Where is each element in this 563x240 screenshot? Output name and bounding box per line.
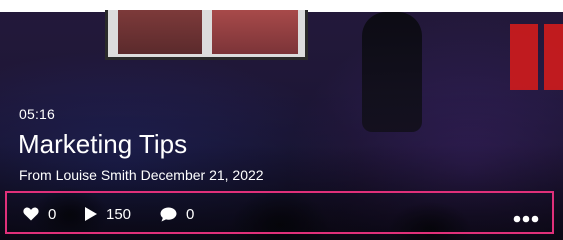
plays-count: 150 [106,205,132,223]
video-duration: 05:16 [19,106,56,122]
stats-bar: 0 150 0 [5,191,554,234]
more-options-icon [513,215,539,223]
likes-count: 0 [48,205,57,223]
heart-icon [23,207,39,221]
more-options-button[interactable] [513,210,539,223]
video-meta: From Louise Smith December 21, 2022 [19,167,268,183]
likes-stat[interactable]: 0 [23,204,56,224]
video-card[interactable]: 05:16 Marketing Tips From Louise Smith Dec… [0,0,563,240]
author-name[interactable]: Louise Smith [56,167,137,183]
comment-icon [160,207,177,221]
comments-stat[interactable]: 0 [160,204,194,224]
video-title[interactable]: Marketing Tips [18,129,187,160]
comments-count: 0 [186,205,195,223]
publish-date: December 21, 2022 [140,167,264,183]
from-label: From [19,167,52,183]
plays-stat: 150 [85,204,131,224]
play-icon [85,207,97,221]
